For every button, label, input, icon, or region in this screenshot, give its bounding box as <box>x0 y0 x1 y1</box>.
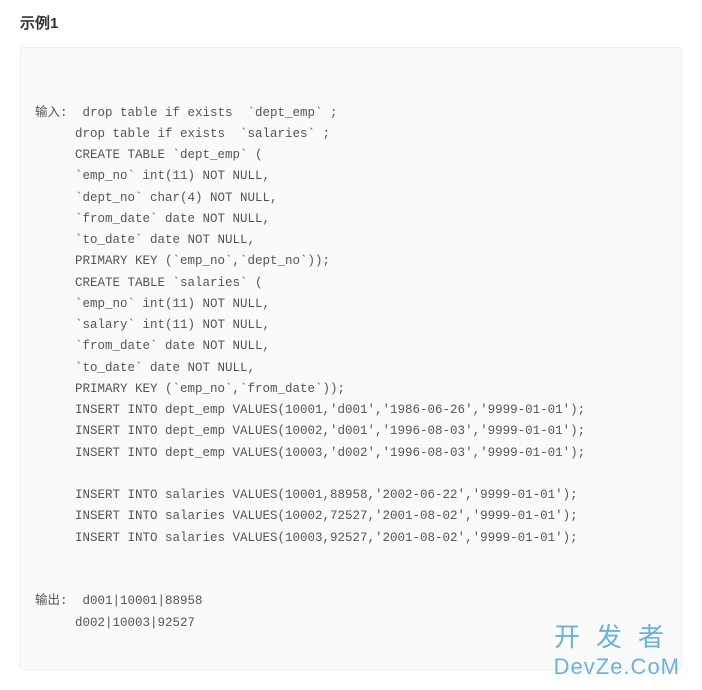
input-section: 输入: drop table if exists `dept_emp` ; dr… <box>35 103 667 549</box>
output-content: d001|10001|88958 d002|10003|92527 <box>75 591 667 634</box>
input-label: 输入: <box>35 103 75 124</box>
example-heading: 示例1 <box>20 12 682 33</box>
example-code-block: 输入: drop table if exists `dept_emp` ; dr… <box>20 47 682 670</box>
input-content: drop table if exists `dept_emp` ; drop t… <box>75 103 667 549</box>
output-label: 输出: <box>35 591 75 612</box>
output-section: 输出: d001|10001|88958 d002|10003|92527 <box>35 591 667 634</box>
